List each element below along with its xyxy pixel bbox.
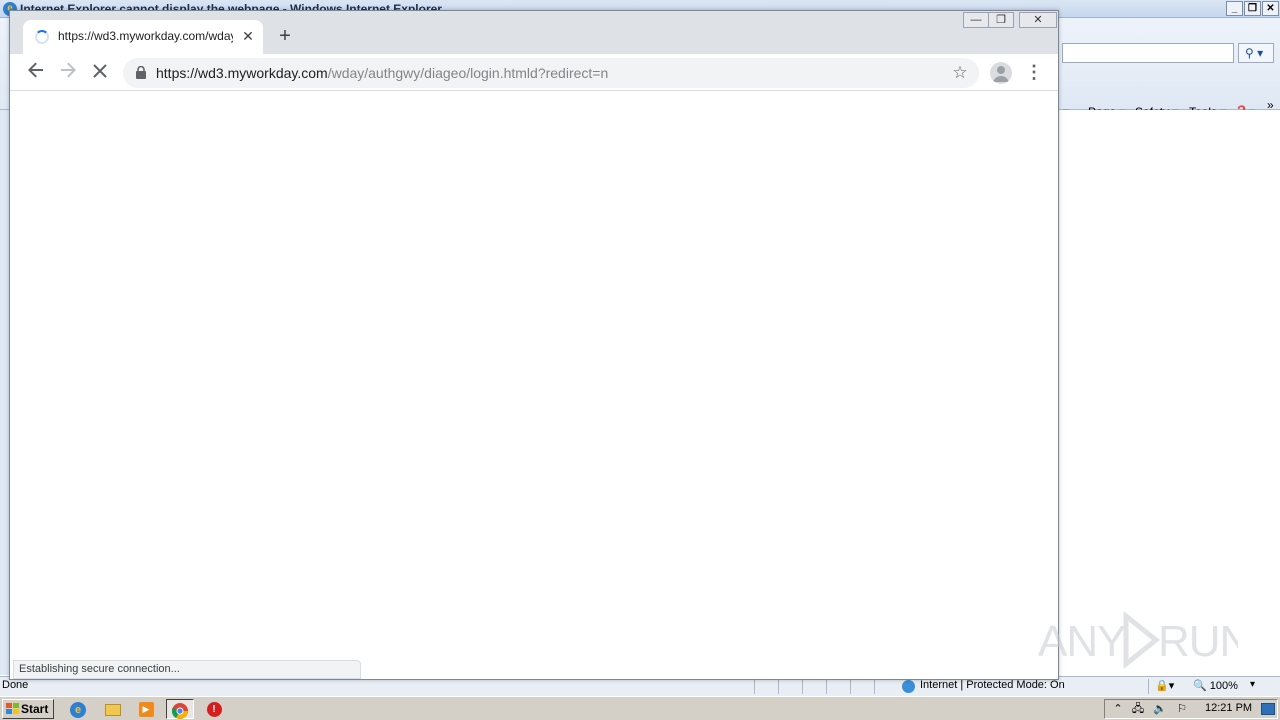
show-desktop-icon[interactable]: [1261, 703, 1275, 715]
ie-restore-button[interactable]: ❐: [1244, 1, 1261, 16]
ie-zone-text: Internet | Protected Mode: On: [920, 679, 1065, 691]
taskbar-clock[interactable]: 12:21 PM: [1205, 702, 1252, 714]
chrome-tabstrip: https://wd3.myworkday.com/wday/authgwy/d…: [10, 11, 1058, 54]
profile-avatar-icon[interactable]: [990, 62, 1012, 84]
ie-zoom-level[interactable]: 🔍 100%: [1193, 679, 1238, 692]
opera-taskbar-icon[interactable]: !: [200, 699, 228, 719]
protected-mode-icon[interactable]: 🔒▾: [1155, 679, 1174, 692]
divider: [778, 679, 779, 694]
stop-icon: [93, 64, 107, 78]
ie-search-input[interactable]: [1062, 43, 1234, 63]
divider: [1148, 679, 1149, 694]
status-bubble: Establishing secure connection...: [13, 660, 361, 679]
folder-taskbar-icon[interactable]: [99, 699, 127, 719]
action-center-flag-icon[interactable]: ⚐: [1175, 702, 1189, 716]
anyrun-watermark: ANY RUN: [1038, 610, 1251, 670]
svg-text:ANY: ANY: [1038, 617, 1126, 666]
bookmark-star-icon[interactable]: ☆: [949, 62, 971, 84]
loading-spinner-icon: [35, 30, 49, 44]
back-arrow-icon: [28, 62, 43, 78]
chrome-restore-button[interactable]: ❐: [988, 12, 1014, 28]
tab-close-icon[interactable]: ✕: [238, 26, 258, 46]
divider: [874, 679, 875, 694]
taskbar: Start e ▶ ! ⌃ 🖧 🔈 ⚐ 12:21 PM: [0, 696, 1280, 720]
windows-logo-icon: [6, 703, 19, 714]
ie-close-button[interactable]: ✕: [1262, 1, 1279, 16]
svg-text:RUN: RUN: [1158, 617, 1238, 666]
show-hidden-icons-icon[interactable]: ⌃: [1111, 702, 1125, 716]
tab-title: https://wd3.myworkday.com/wday/authgwy/d…: [58, 29, 233, 43]
url-text: https://wd3.myworkday.com/wday/authgwy/d…: [156, 65, 608, 81]
url-path: /wday/authgwy/diageo/login.htmld?redirec…: [327, 65, 609, 81]
stop-loading-button[interactable]: [86, 59, 114, 87]
forward-button[interactable]: [54, 59, 82, 87]
divider: [754, 679, 755, 694]
ie-search-button[interactable]: ⚲ ▾: [1238, 43, 1274, 63]
system-tray: ⌃ 🖧 🔈 ⚐ 12:21 PM: [1104, 699, 1278, 719]
network-icon[interactable]: 🖧: [1131, 702, 1145, 716]
start-label: Start: [21, 702, 49, 716]
ie-content-area: [1060, 110, 1280, 675]
zoom-dropdown-icon[interactable]: ▾: [1250, 679, 1255, 690]
volume-icon[interactable]: 🔈: [1153, 702, 1167, 716]
divider: [850, 679, 851, 694]
ie-status-text: Done: [2, 679, 29, 691]
start-button[interactable]: Start: [2, 699, 54, 719]
person-icon: [993, 66, 1009, 82]
chrome-minimize-button[interactable]: —: [963, 12, 989, 28]
forward-arrow-icon: [61, 62, 76, 78]
page-content[interactable]: Establishing secure connection...: [12, 92, 1056, 679]
chrome-taskbar-icon[interactable]: [166, 699, 194, 719]
internet-zone-icon: [902, 680, 915, 693]
anyrun-logo-icon: ANY RUN: [1038, 610, 1251, 670]
lock-icon[interactable]: [135, 66, 147, 79]
back-button[interactable]: [22, 59, 50, 87]
chrome-logo-icon: [171, 702, 188, 719]
ie-zoom-text: 100%: [1209, 680, 1238, 692]
chrome-close-button[interactable]: ✕: [1019, 12, 1057, 28]
ie-minimize-button[interactable]: _: [1226, 1, 1243, 16]
chrome-window: https://wd3.myworkday.com/wday/authgwy/d…: [9, 10, 1059, 680]
ie-taskbar-icon[interactable]: e: [64, 699, 92, 719]
chrome-tab[interactable]: https://wd3.myworkday.com/wday/authgwy/d…: [23, 20, 263, 54]
new-tab-button[interactable]: +: [273, 25, 297, 49]
chrome-toolbar: https://wd3.myworkday.com/wday/authgwy/d…: [10, 54, 1058, 91]
search-icon: ⚲: [1245, 46, 1254, 60]
url-host: https://wd3.myworkday.com: [156, 65, 328, 81]
divider: [826, 679, 827, 694]
media-player-taskbar-icon[interactable]: ▶: [132, 699, 160, 719]
divider: [802, 679, 803, 694]
chrome-menu-icon[interactable]: ⋮: [1024, 59, 1044, 87]
address-bar[interactable]: https://wd3.myworkday.com/wday/authgwy/d…: [123, 58, 979, 88]
